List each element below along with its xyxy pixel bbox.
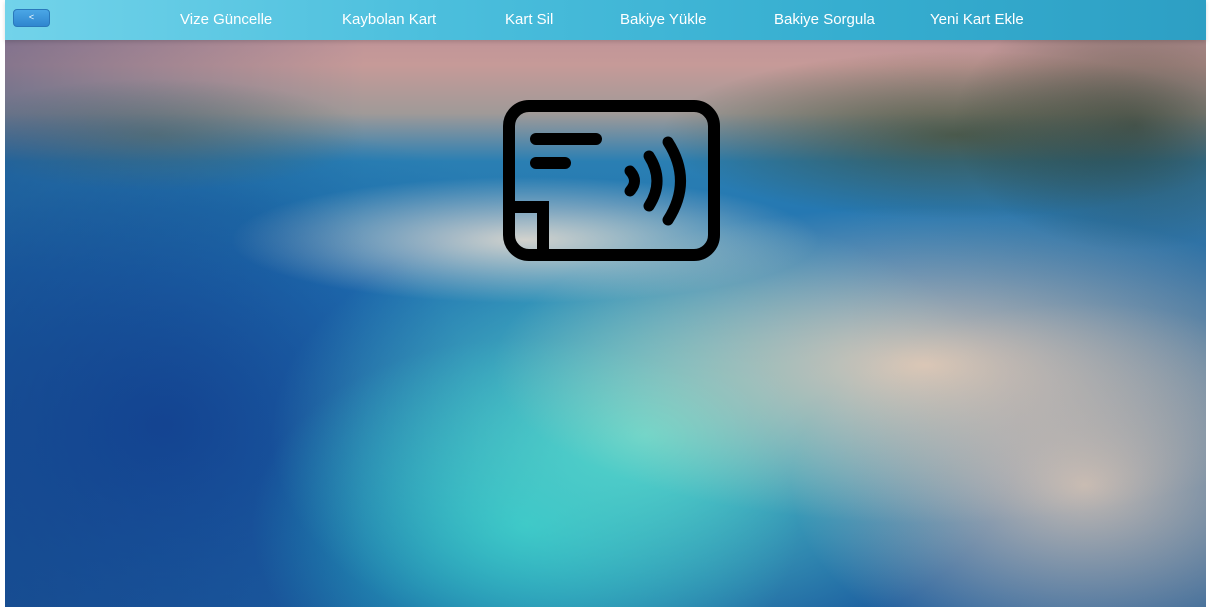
nav-link-kaybolan-kart[interactable]: Kaybolan Kart <box>342 11 436 29</box>
top-navbar: < Vize Güncelle Kaybolan Kart Kart Sil B… <box>5 0 1206 40</box>
app-window: < Vize Güncelle Kaybolan Kart Kart Sil B… <box>0 0 1214 607</box>
nav-link-bakiye-yukle[interactable]: Bakiye Yükle <box>620 11 706 29</box>
nav-link-vize-guncelle[interactable]: Vize Güncelle <box>180 11 272 29</box>
nav-link-yeni-kart-ekle[interactable]: Yeni Kart Ekle <box>930 11 1024 29</box>
nav-link-bakiye-sorgula[interactable]: Bakiye Sorgula <box>774 11 875 29</box>
nav-link-kart-sil[interactable]: Kart Sil <box>505 11 553 29</box>
back-button[interactable]: < <box>13 9 50 27</box>
contactless-card-icon <box>503 100 720 261</box>
background-image <box>5 5 1206 607</box>
